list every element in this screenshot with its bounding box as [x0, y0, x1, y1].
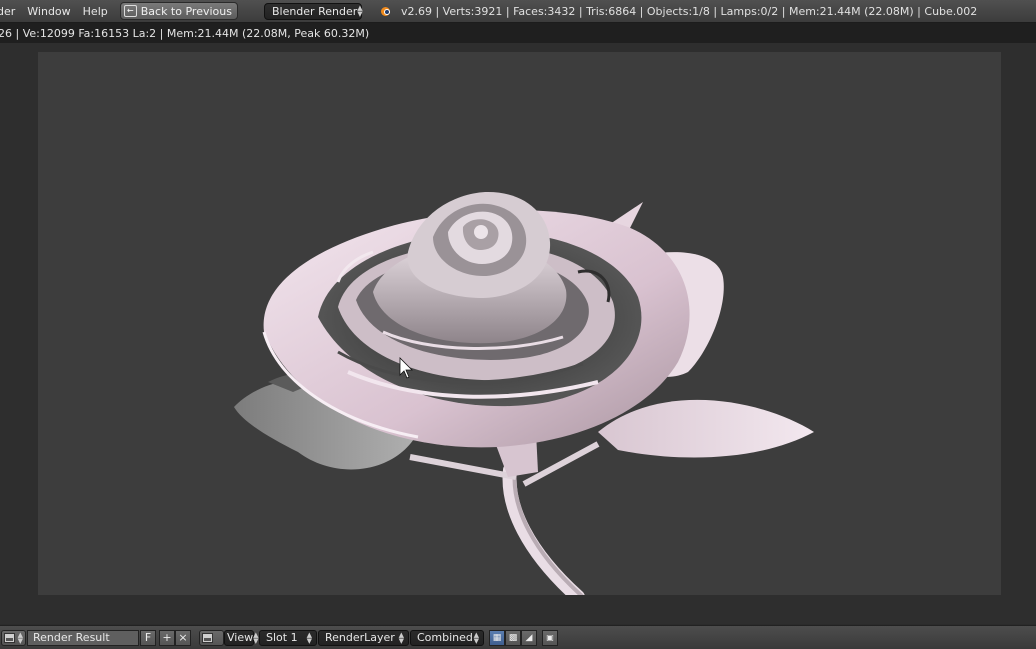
- new-image-icon: +: [162, 631, 172, 644]
- updown-arrows-icon: ▲ ▼: [398, 630, 404, 645]
- view-menu[interactable]: View ▲ ▼: [224, 629, 259, 646]
- image-editor-icon: [202, 632, 213, 643]
- render-pass-select[interactable]: Combined ▲ ▼: [410, 629, 484, 646]
- editor-mode-button[interactable]: [199, 629, 224, 646]
- editor-type-button[interactable]: ▲ ▼: [1, 629, 26, 646]
- render-layer-select[interactable]: RenderLayer ▲ ▼: [318, 629, 409, 646]
- view-menu-label: View: [227, 631, 254, 644]
- unlink-button[interactable]: ×: [175, 629, 191, 646]
- slot-label: Slot 1: [266, 631, 298, 644]
- unlink-icon: ×: [178, 631, 188, 644]
- draw-alpha-icon: ▦: [492, 632, 502, 643]
- fake-user-button[interactable]: F: [140, 629, 156, 646]
- pin-button[interactable]: ▣: [542, 629, 558, 646]
- checker-button[interactable]: ▩: [505, 629, 521, 646]
- z-buffer-button[interactable]: ◢: [521, 629, 537, 646]
- render-engine-select[interactable]: Blender Render ▲ ▼: [263, 2, 363, 20]
- pin-icon: ▣: [546, 633, 554, 642]
- checker-icon: ▩: [508, 632, 518, 643]
- slot-select[interactable]: Slot 1 ▲ ▼: [259, 629, 317, 646]
- back-to-previous-label: Back to Previous: [140, 4, 232, 18]
- new-image-button[interactable]: +: [159, 629, 175, 646]
- updown-arrows-icon: ▲ ▼: [253, 630, 259, 645]
- render-pass-label: Combined: [417, 631, 473, 644]
- blender-logo-icon: [379, 4, 393, 18]
- image-name-label: Render Result: [33, 631, 110, 644]
- z-buffer-icon: ◢: [525, 632, 533, 643]
- menu-help[interactable]: Help: [77, 5, 114, 18]
- render-layer-label: RenderLayer: [325, 631, 395, 644]
- menu-render[interactable]: der: [0, 5, 21, 18]
- scene-stats: v2.69 | Verts:3921 | Faces:3432 | Tris:6…: [400, 4, 978, 18]
- back-to-previous-button[interactable]: ← Back to Previous: [119, 2, 238, 20]
- render-info-text: 26 | Ve:12099 Fa:16153 La:2 | Mem:21.44M…: [0, 26, 370, 40]
- image-editor-header: ▲ ▼ Render Result F + × View ▲ ▼ Slot 1 ▲ ▼…: [0, 625, 1036, 649]
- image-editor-icon: [4, 632, 15, 643]
- image-editor-viewport[interactable]: [0, 43, 1036, 624]
- updown-arrows-icon: ▲ ▼: [473, 630, 479, 645]
- menu-window[interactable]: Window: [21, 5, 76, 18]
- info-header: der Window Help ← Back to Previous Blend…: [0, 0, 1036, 23]
- updown-arrows-icon: ▲ ▼: [357, 4, 363, 18]
- back-icon: ←: [123, 5, 137, 17]
- updown-arrows-icon: ▲ ▼: [306, 630, 312, 645]
- render-result-image: [38, 52, 1001, 595]
- rose-render: [234, 192, 814, 595]
- draw-alpha-button[interactable]: ▦: [489, 629, 505, 646]
- image-name-field[interactable]: Render Result: [27, 629, 139, 646]
- updown-arrows-icon: ▲ ▼: [17, 630, 23, 645]
- render-info-bar: 26 | Ve:12099 Fa:16153 La:2 | Mem:21.44M…: [0, 23, 1036, 43]
- fake-user-label: F: [144, 631, 152, 644]
- render-engine-label: Blender Render: [271, 4, 358, 18]
